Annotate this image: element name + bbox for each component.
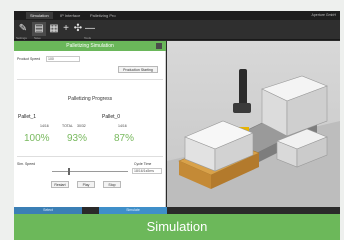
divider [17,79,163,80]
3d-viewport[interactable] [167,41,340,207]
progress-title: Palletizing Progress [67,96,113,102]
restart-button[interactable]: Restart [51,181,69,188]
sim-speed-slider[interactable] [52,171,128,172]
tab-ip-interface[interactable]: IP Interface [56,12,84,19]
scene-render [167,69,340,207]
product-speed-label: Product Speed [17,57,41,61]
tools-group-caption: Tools [84,36,92,40]
panel-title: Palletizing Simulation [14,41,166,51]
slider-thumb[interactable] [68,168,70,175]
settings-caption: Settings [16,36,27,40]
select-button[interactable]: Select [14,207,82,214]
total-percent: 93% [67,133,88,144]
stop-button[interactable]: Stop [103,181,121,188]
pen-icon[interactable]: ✎ [16,22,30,36]
sim-speed-label: Sim. Speed [17,162,36,166]
screenshot-frame: Simulation IP Interface Palletizing Pro … [0,0,344,240]
pallet-1-count: 14/16 [40,124,49,128]
tab-simulation[interactable]: Simulation [26,12,53,19]
application-window: Simulation IP Interface Palletizing Pro … [14,11,340,214]
pallet-1-percent: 100% [24,133,50,144]
total-label: TOTAL [62,124,73,128]
caption-bar: Simulation [14,214,340,240]
pallet-0-count: 14/16 [118,124,127,128]
title-right-text: Aperture GmbH [311,13,336,17]
pallet-1-name: Pallet_1 [18,114,37,120]
toolbar: ✎ Settings ▤ Save ▦ + ✣ — Tools [14,20,340,40]
close-icon[interactable] [156,43,162,49]
pallet-0-name: Pallet_0 [102,114,121,120]
pallet-0-percent: 87% [114,133,135,144]
simulate-button[interactable]: Simulate [99,207,167,214]
cycle-time-field: 18/16/1s5ms [132,168,162,174]
simulation-panel: Palletizing Simulation Product Speed 100… [14,41,166,207]
product-speed-input[interactable]: 100 [46,56,80,62]
title-bar: Simulation IP Interface Palletizing Pro … [14,11,340,20]
tab-palletizing-pro[interactable]: Palletizing Pro [86,12,120,19]
total-count: 30/32 [77,124,86,128]
divider [17,156,163,157]
cycle-time-label: Cycle Time [134,162,152,166]
production-start-button[interactable]: Production Starting [118,66,158,73]
minus-icon[interactable]: — [83,22,97,36]
save-icon[interactable]: ▤ [32,22,46,36]
play-button[interactable]: Play [77,181,95,188]
save-caption: Save [34,36,41,40]
robot-base [233,103,251,113]
